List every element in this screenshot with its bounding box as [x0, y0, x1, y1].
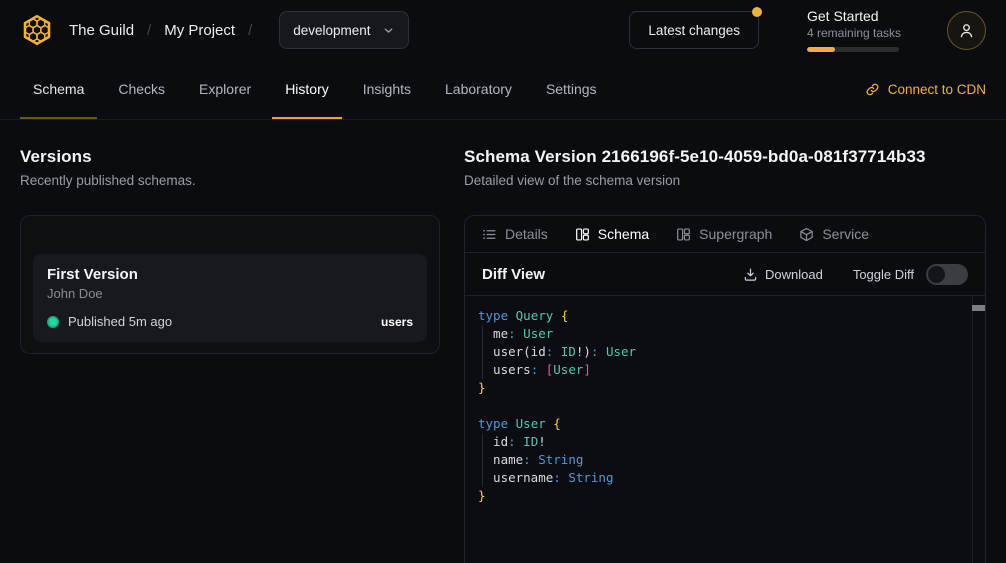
latest-changes-button[interactable]: Latest changes: [629, 11, 759, 49]
connect-to-cdn-button[interactable]: Connect to CDN: [865, 60, 986, 119]
target-navbar: Schema Checks Explorer History Insights …: [0, 60, 1006, 120]
switch-knob: [928, 266, 945, 283]
panels-icon: [676, 227, 691, 242]
code-line: [465, 397, 985, 415]
latest-changes-label: Latest changes: [648, 23, 740, 38]
progress-fill: [807, 47, 835, 52]
get-started-subtitle: 4 remaining tasks: [807, 26, 899, 41]
download-button[interactable]: Download: [743, 267, 823, 282]
environment-selector[interactable]: development: [279, 11, 408, 49]
versions-list: First Version John Doe Published 5m ago …: [20, 215, 440, 354]
versions-subtitle: Recently published schemas.: [20, 173, 440, 188]
tab-laboratory[interactable]: Laboratory: [432, 60, 525, 119]
tab-checks[interactable]: Checks: [105, 60, 178, 119]
code-line: type Query {: [465, 307, 985, 325]
panels-icon: [575, 227, 590, 242]
detail-tab-label: Service: [822, 226, 869, 242]
tab-history[interactable]: History: [272, 60, 342, 119]
code-lines: type Query { me: User user(id: ID!): Use…: [465, 307, 985, 505]
breadcrumb-project[interactable]: My Project: [164, 22, 235, 39]
schema-version-subtitle: Detailed view of the schema version: [464, 173, 986, 188]
tab-explorer[interactable]: Explorer: [186, 60, 264, 119]
versions-panel: Versions Recently published schemas. Fir…: [20, 120, 440, 563]
schema-code-editor[interactable]: type Query { me: User user(id: ID!): Use…: [465, 296, 985, 563]
person-icon: [958, 22, 975, 39]
version-status: Published 5m ago: [68, 314, 172, 329]
detail-tab-schema[interactable]: Schema: [575, 226, 649, 242]
scrollbar-thumb[interactable]: [972, 305, 985, 311]
diff-view-title: Diff View: [482, 266, 545, 283]
version-name: First Version: [47, 266, 413, 283]
tab-schema[interactable]: Schema: [20, 60, 97, 119]
breadcrumb-separator: /: [147, 22, 151, 39]
version-author: John Doe: [47, 286, 413, 301]
notification-dot: [752, 7, 762, 17]
breadcrumb-separator: /: [248, 22, 252, 39]
download-label: Download: [765, 267, 823, 282]
link-icon: [865, 82, 880, 97]
hive-logo-icon[interactable]: [20, 13, 69, 47]
chevron-down-icon: [382, 24, 395, 37]
get-started-title: Get Started: [807, 8, 899, 25]
code-line: }: [465, 379, 985, 397]
version-status-row: Published 5m ago users: [47, 314, 413, 329]
code-line: users: [User]: [465, 361, 985, 379]
get-started-progressbar: [807, 47, 899, 52]
connect-to-cdn-label: Connect to CDN: [888, 82, 986, 97]
user-avatar[interactable]: [947, 11, 986, 50]
download-icon: [743, 267, 758, 282]
breadcrumb-org[interactable]: The Guild: [69, 22, 134, 39]
detail-tab-supergraph[interactable]: Supergraph: [676, 226, 772, 242]
code-line: id: ID!: [465, 433, 985, 451]
top-bar: The Guild / My Project / development Lat…: [0, 0, 1006, 60]
code-line: }: [465, 487, 985, 505]
code-line: username: String: [465, 469, 985, 487]
schema-version-title: Schema Version 2166196f-5e10-4059-bd0a-0…: [464, 147, 986, 167]
version-service-badge: users: [381, 315, 413, 329]
editor-scrollbar[interactable]: [972, 296, 985, 563]
detail-tab-details[interactable]: Details: [482, 226, 548, 242]
code-line: user(id: ID!): User: [465, 343, 985, 361]
main-content: Versions Recently published schemas. Fir…: [0, 120, 1006, 563]
code-line: type User {: [465, 415, 985, 433]
tab-settings[interactable]: Settings: [533, 60, 610, 119]
version-card[interactable]: First Version John Doe Published 5m ago …: [33, 254, 427, 342]
code-line: name: String: [465, 451, 985, 469]
published-status-icon: [47, 316, 59, 328]
environment-selector-value: development: [293, 23, 370, 38]
detail-tab-service[interactable]: Service: [799, 226, 869, 242]
versions-title: Versions: [20, 147, 440, 167]
code-line: me: User: [465, 325, 985, 343]
diff-header: Diff View Download Toggle Diff: [465, 253, 985, 296]
cube-icon: [799, 227, 814, 242]
detail-tab-label: Schema: [598, 226, 649, 242]
schema-version-panel: Schema Version 2166196f-5e10-4059-bd0a-0…: [464, 120, 986, 563]
schema-version-detail-box: Details Schema Supergraph Service Diff V…: [464, 215, 986, 563]
list-icon: [482, 227, 497, 242]
detail-tab-label: Details: [505, 226, 548, 242]
get-started-widget[interactable]: Get Started 4 remaining tasks: [807, 8, 899, 52]
toggle-diff-switch[interactable]: [926, 264, 968, 285]
detail-tabs: Details Schema Supergraph Service: [465, 216, 985, 253]
detail-tab-label: Supergraph: [699, 226, 772, 242]
tab-insights[interactable]: Insights: [350, 60, 424, 119]
toggle-diff-label: Toggle Diff: [853, 267, 914, 282]
